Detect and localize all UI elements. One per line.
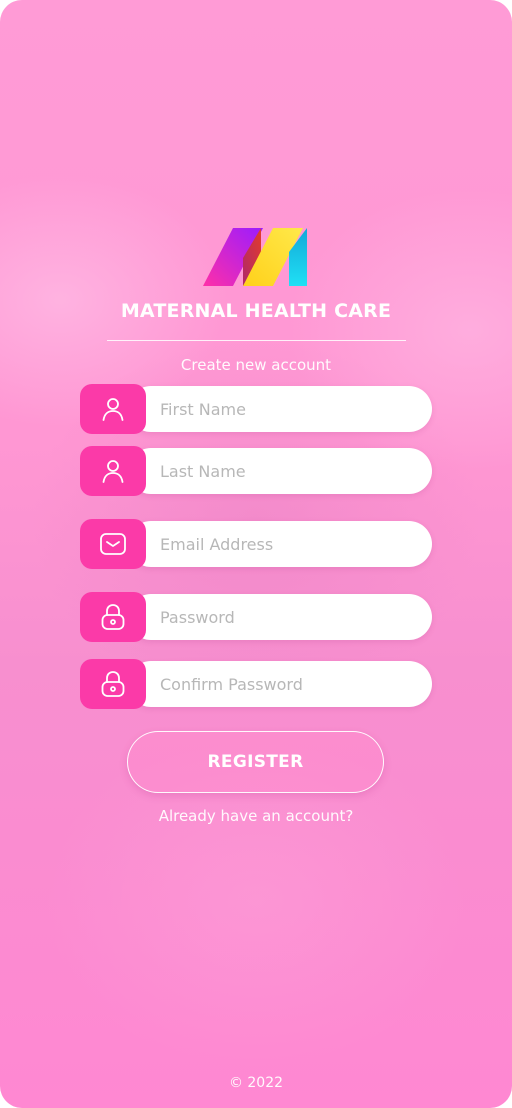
copyright-text: © 2022 [228,1075,284,1091]
app-title: MATERNAL HEALTH CARE [120,300,392,322]
title-divider [107,340,406,341]
lock-icon [101,671,125,697]
email-field [80,519,432,569]
password-field [80,592,432,642]
register-screen: MATERNAL HEALTH CARE Create new account [0,0,512,1108]
form-subtitle: Create new account [180,356,332,374]
confirm-password-field [80,659,432,709]
mail-icon [100,533,126,555]
first-name-input[interactable] [160,386,426,432]
confirm-password-input[interactable] [160,661,426,707]
last-name-icon-box [80,446,146,496]
register-button[interactable]: REGISTER [127,731,384,793]
password-input[interactable] [160,594,426,640]
password-icon-box [80,592,146,642]
email-icon-box [80,519,146,569]
login-link[interactable]: Already have an account? [0,807,512,825]
first-name-icon-box [80,384,146,434]
confirm-password-icon-box [80,659,146,709]
user-icon [102,460,124,483]
last-name-input[interactable] [160,448,426,494]
first-name-field [80,384,432,434]
lock-icon [101,604,125,630]
last-name-field [80,446,432,496]
app-logo [203,228,307,286]
user-icon [102,398,124,421]
email-input[interactable] [160,521,426,567]
